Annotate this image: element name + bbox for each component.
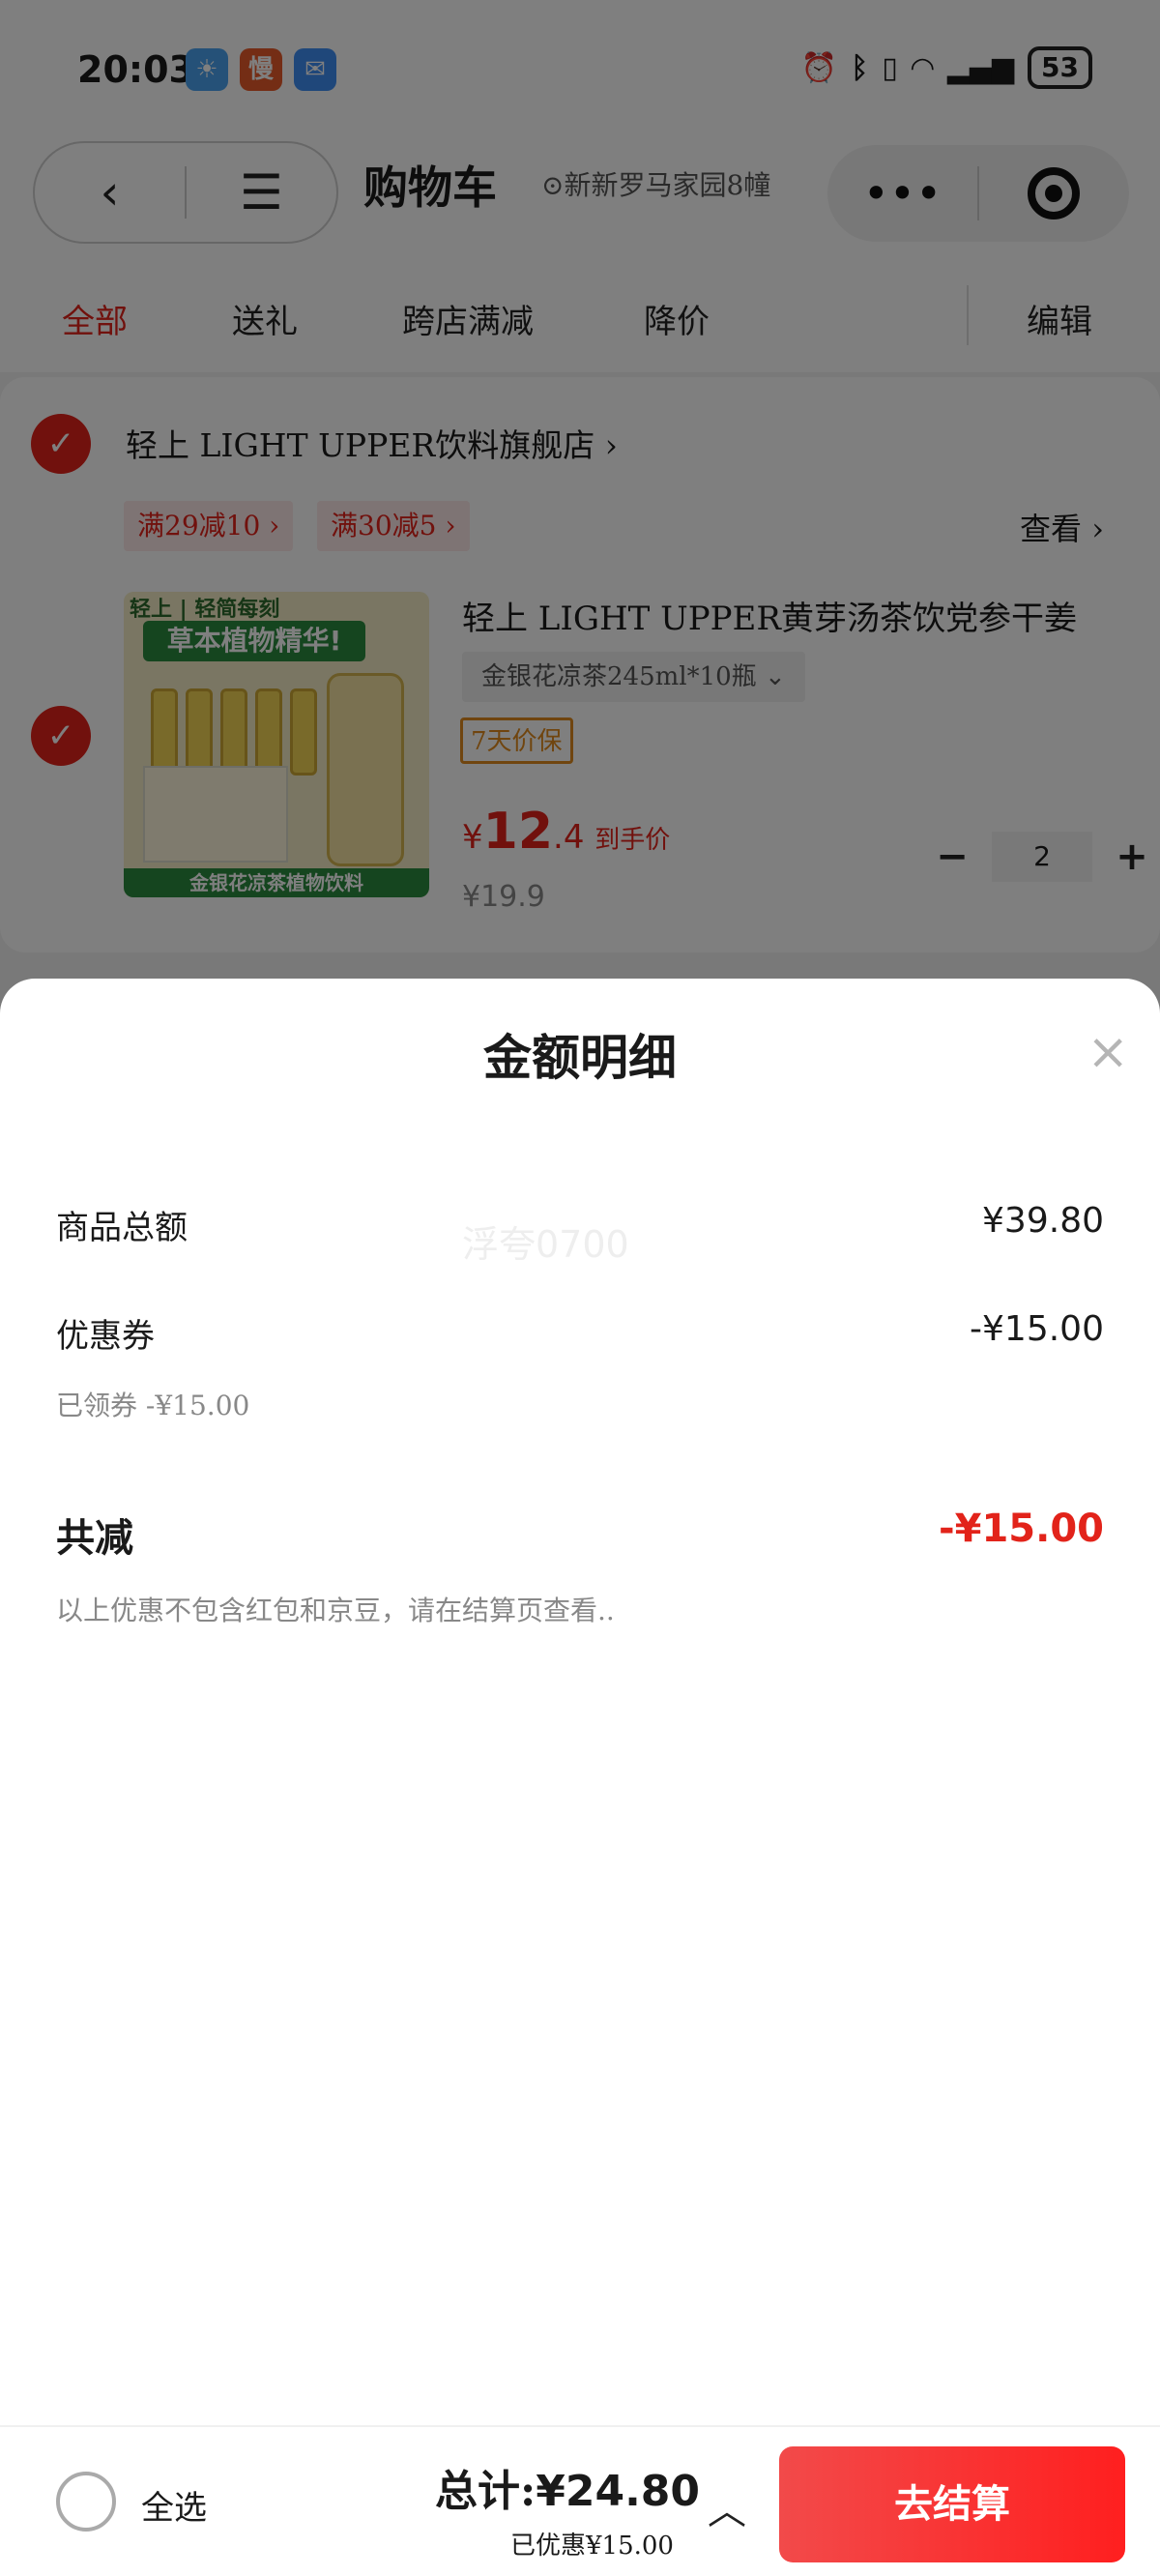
goods-total-value: ¥39.80 xyxy=(982,1201,1104,1241)
coupon-label: 优惠券 xyxy=(56,1317,155,1356)
total-reduce-label: 共减 xyxy=(56,1515,133,1561)
total-price: 总计:¥24.80 xyxy=(435,2467,701,2516)
amount-detail-sheet: 金额明细 × 浮夸0700 商品总额 ¥39.80 优惠券 -¥15.00 已领… xyxy=(0,979,1160,2576)
saved-amount: 已优惠¥15.00 xyxy=(510,2532,674,2561)
select-all-radio[interactable] xyxy=(56,2472,116,2532)
checkout-bar: 全选 总计:¥24.80 已优惠¥15.00 ︿ 去结算 xyxy=(0,2425,1160,2576)
sheet-title: 金额明细 xyxy=(483,1029,677,1086)
coupon-sub: 已领券 -¥15.00 xyxy=(56,1390,250,1421)
discount-note: 以上优惠不包含红包和京豆，请在结算页查看.. xyxy=(56,1595,615,1626)
watermark: 浮夸0700 xyxy=(462,1223,629,1266)
checkout-button[interactable]: 去结算 xyxy=(779,2446,1125,2562)
coupon-value: -¥15.00 xyxy=(970,1309,1104,1349)
close-icon[interactable]: × xyxy=(1087,1023,1129,1081)
select-all-label[interactable]: 全选 xyxy=(141,2481,207,2529)
goods-total-label: 商品总额 xyxy=(56,1209,188,1247)
total-reduce-value: -¥15.00 xyxy=(939,1507,1104,1551)
chevron-up-icon[interactable]: ︿ xyxy=(708,2479,746,2535)
